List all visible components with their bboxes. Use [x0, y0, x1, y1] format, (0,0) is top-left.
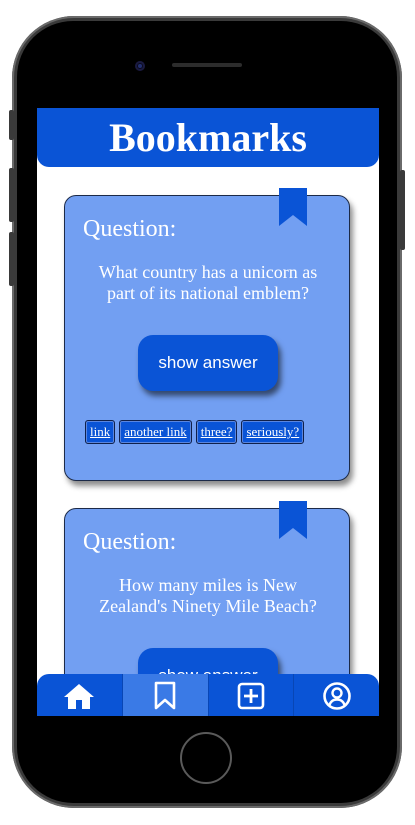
add-square-icon — [237, 682, 265, 710]
link-item[interactable]: seriously? — [241, 420, 305, 444]
mute-switch — [9, 110, 14, 140]
bookmark-icon — [154, 681, 176, 710]
volume-up-button — [9, 168, 14, 222]
question-card: Question: What country has a unicorn as … — [64, 188, 350, 481]
front-camera — [135, 61, 145, 71]
nav-item-home[interactable] — [37, 674, 123, 716]
power-button — [400, 170, 405, 250]
nav-item-bookmarks[interactable] — [122, 674, 209, 716]
bookmark-icon[interactable] — [279, 501, 307, 539]
question-text: How many miles is New Zealand's Ninety M… — [99, 575, 317, 616]
bottom-nav — [37, 674, 379, 716]
volume-down-button — [9, 232, 14, 286]
bookmark-icon[interactable] — [279, 188, 307, 226]
link-item[interactable]: another link — [119, 420, 192, 444]
link-item[interactable]: link — [85, 420, 116, 444]
app-screen: Bookmarks Question: What country has a u… — [37, 108, 379, 716]
home-button[interactable] — [180, 732, 232, 784]
app-header: Bookmarks — [37, 108, 379, 167]
question-text: What country has a unicorn as part of it… — [98, 262, 318, 303]
link-item[interactable]: three? — [195, 420, 238, 444]
page-title: Bookmarks — [109, 115, 307, 160]
home-icon — [64, 684, 95, 709]
nav-item-profile[interactable] — [294, 674, 379, 716]
question-label: Question: — [83, 216, 177, 242]
user-circle-icon — [322, 682, 351, 710]
question-label: Question: — [83, 529, 177, 555]
show-answer-button[interactable]: show answer — [138, 335, 278, 391]
link-list: link another link three? seriously? — [85, 420, 305, 444]
earpiece-speaker — [172, 63, 242, 67]
nav-item-add[interactable] — [209, 674, 295, 716]
